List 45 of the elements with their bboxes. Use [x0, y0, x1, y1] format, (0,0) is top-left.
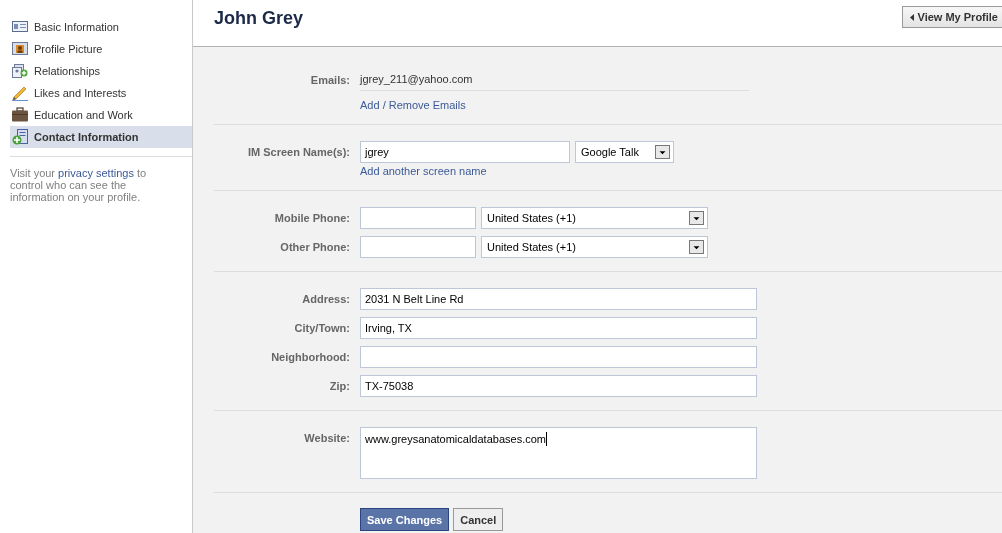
dropdown[interactable]: Google Talk: [575, 141, 674, 163]
caret-icon: [689, 211, 704, 225]
caret-icon: [655, 145, 670, 159]
field-label: Other Phone:: [279, 241, 350, 253]
input-field[interactable]: [360, 207, 476, 229]
contact-card-icon: [12, 129, 28, 145]
briefcase-icon: [12, 107, 28, 123]
input-field[interactable]: [360, 236, 476, 258]
input-field[interactable]: jgrey: [360, 141, 570, 163]
field-label: City/Town:: [293, 322, 350, 334]
sidebar-item[interactable]: Contact Information: [10, 126, 192, 148]
field-label: IM Screen Name(s):: [246, 146, 350, 158]
input-field[interactable]: TX-75038: [360, 375, 757, 397]
caret-icon: [909, 13, 914, 21]
text-area[interactable]: www.greysanatomicaldatabases.com: [360, 427, 757, 479]
sidebar-item[interactable]: Basic Information: [10, 16, 192, 38]
link[interactable]: Add another screen name: [360, 163, 487, 179]
sidebar-item[interactable]: Likes and Interests: [10, 82, 192, 104]
sidebar-item[interactable]: Profile Picture: [10, 38, 192, 60]
sidebar-item[interactable]: Education and Work: [10, 104, 192, 126]
caret-icon: [689, 240, 704, 254]
save-button[interactable]: Save Changes: [360, 508, 450, 531]
dropdown[interactable]: United States (+1): [481, 236, 708, 258]
portrait-icon: [12, 41, 28, 57]
input-field[interactable]: [360, 346, 757, 368]
cancel-button[interactable]: Cancel: [453, 508, 504, 531]
link[interactable]: Add / Remove Emails: [360, 97, 466, 113]
field-label: Zip:: [328, 380, 350, 392]
privacy-settings-link[interactable]: privacy settings: [58, 167, 134, 179]
page-title: John Grey: [214, 8, 304, 29]
input-field[interactable]: 2031 N Belt Line Rd: [360, 288, 757, 310]
id-card-icon: [12, 19, 28, 35]
privacy-note: Visit your privacy settings to control who can see the information on your profile.: [10, 167, 148, 203]
sidebar-item[interactable]: Relationships: [10, 60, 192, 82]
view-profile-button[interactable]: View My Profile: [901, 6, 1002, 28]
field-label: Emails:: [309, 73, 350, 86]
pencil-icon: [12, 85, 28, 101]
people-plus-icon: [12, 63, 28, 79]
field-label: Mobile Phone:: [273, 212, 350, 224]
field-label: Website:: [303, 431, 350, 444]
field-label: Address:: [301, 293, 350, 305]
email-address: jgrey_211@yahoo.com: [360, 68, 749, 91]
input-field[interactable]: Irving, TX: [360, 317, 757, 339]
field-label: Neighborhood:: [270, 351, 350, 363]
dropdown[interactable]: United States (+1): [481, 207, 708, 229]
